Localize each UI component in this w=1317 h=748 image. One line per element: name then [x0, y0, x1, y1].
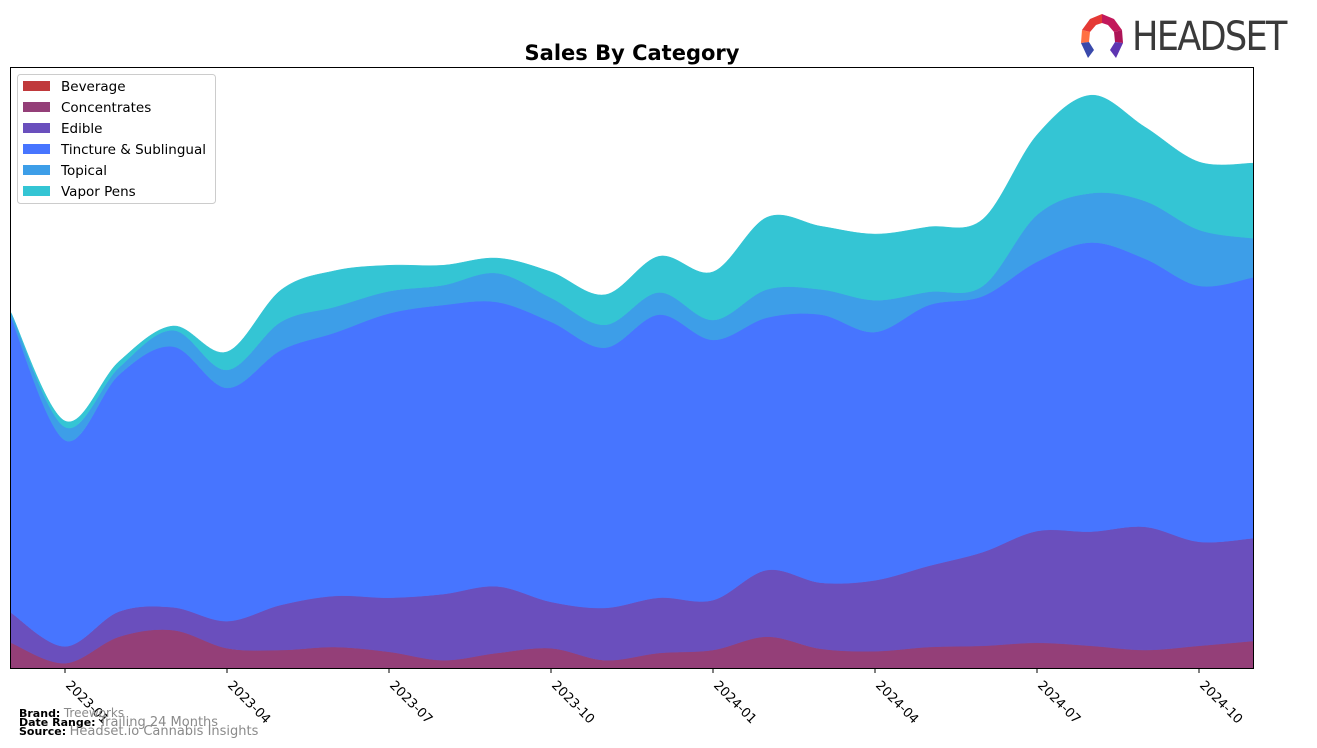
legend-swatch-vapor-pens: [23, 186, 50, 196]
headset-logo: HEADSET: [1078, 12, 1308, 62]
footer-source: Source: Headset.io Cannabis Insights: [19, 724, 259, 739]
x-axis: 2023-01 2023-04 2023-07 2023-10 2024-01 2024-…: [62, 668, 1245, 727]
legend-swatch-concentrates: [23, 102, 50, 112]
footer-source-value: Headset.io Cannabis Insights: [69, 724, 259, 739]
headset-logo-icon: [1081, 14, 1123, 58]
legend-swatch-tincture-sublingual: [23, 144, 50, 154]
legend-label: Beverage: [61, 79, 126, 95]
legend-label: Concentrates: [61, 100, 151, 116]
x-tick-label: 2023-04: [224, 678, 273, 727]
legend-swatch-edible: [23, 123, 50, 133]
legend-label: Tincture & Sublingual: [60, 142, 206, 158]
legend-label: Vapor Pens: [61, 184, 136, 200]
legend-label: Edible: [61, 121, 102, 137]
chart-title: Sales By Category: [525, 41, 740, 65]
legend-label: Topical: [60, 163, 107, 179]
footer-source-label: Source:: [19, 725, 67, 738]
x-tick-label: 2024-10: [1196, 678, 1245, 727]
x-tick-label: 2023-07: [386, 678, 435, 727]
sales-by-category-chart: Sales By Category 2023-01 2023-04 2023-07 2…: [10, 41, 1254, 727]
legend-swatch-topical: [23, 165, 50, 175]
headset-logo-text: HEADSET: [1132, 14, 1287, 60]
legend: Beverage Concentrates Edible Tincture & Sub…: [17, 74, 216, 204]
x-tick-label: 2023-10: [548, 678, 597, 727]
x-tick-label: 2024-01: [710, 678, 759, 727]
x-tick-label: 2024-04: [872, 678, 921, 727]
legend-swatch-beverage: [23, 81, 50, 91]
x-tick-label: 2024-07: [1034, 678, 1083, 727]
